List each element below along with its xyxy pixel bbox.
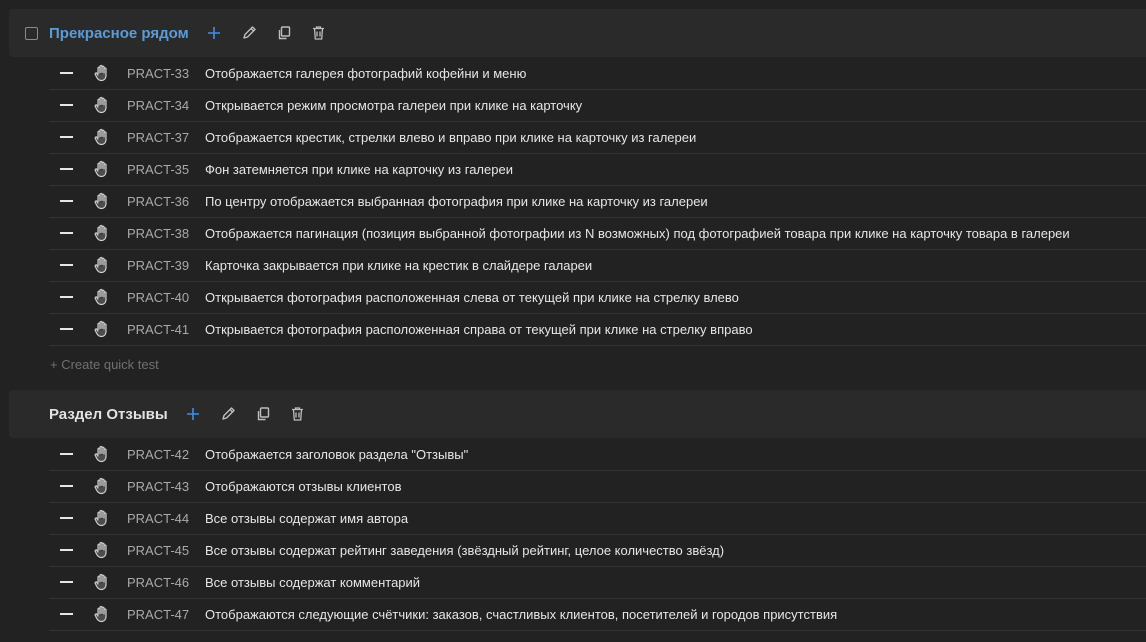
hand-icon[interactable]	[94, 64, 110, 87]
minus-icon[interactable]	[60, 549, 73, 551]
clone-suite-button[interactable]	[275, 24, 293, 42]
copy-icon	[278, 26, 290, 40]
case-title[interactable]: Открывается фотография расположенная спр…	[205, 322, 753, 337]
trash-icon	[313, 26, 325, 40]
case-id[interactable]: PRACT-39	[127, 258, 189, 273]
case-id[interactable]: PRACT-35	[127, 162, 189, 177]
case-title[interactable]: Отображается галерея фотографий кофейни …	[205, 66, 526, 81]
pencil-icon	[242, 26, 256, 39]
pencil-icon	[221, 407, 235, 420]
suite-header: Прекрасное рядом	[9, 9, 1146, 57]
case-id[interactable]: PRACT-33	[127, 66, 189, 81]
case-row[interactable]: PRACT-34 Открывается режим просмотра гал…	[49, 90, 1146, 122]
case-row[interactable]: PRACT-36 По центру отображается выбранна…	[49, 186, 1146, 218]
case-id[interactable]: PRACT-34	[127, 98, 189, 113]
hand-icon[interactable]	[94, 96, 110, 119]
suite-checkbox[interactable]	[25, 26, 38, 40]
minus-icon[interactable]	[60, 581, 73, 583]
hand-icon[interactable]	[94, 224, 110, 247]
case-list: PRACT-33 Отображается галерея фотографий…	[49, 58, 1146, 346]
minus-icon[interactable]	[60, 136, 73, 138]
case-title[interactable]: Открывается режим просмотра галереи при …	[205, 98, 582, 113]
hand-icon[interactable]	[94, 128, 110, 151]
case-id[interactable]: PRACT-40	[127, 290, 189, 305]
trash-icon	[292, 407, 304, 421]
case-row[interactable]: PRACT-47 Отображаются следующие счётчики…	[49, 599, 1146, 631]
case-title[interactable]: Все отзывы содержат имя автора	[205, 511, 408, 526]
minus-icon[interactable]	[60, 453, 73, 455]
case-title[interactable]: Отображаются отзывы клиентов	[205, 479, 402, 494]
case-id[interactable]: PRACT-44	[127, 511, 189, 526]
hand-icon[interactable]	[94, 605, 110, 628]
hand-icon[interactable]	[94, 320, 110, 343]
add-case-button[interactable]	[184, 405, 202, 423]
minus-icon[interactable]	[60, 168, 73, 170]
case-title[interactable]: Открывается фотография расположенная сле…	[205, 290, 739, 305]
case-row[interactable]: PRACT-46 Все отзывы содержат комментарий	[49, 567, 1146, 599]
case-id[interactable]: PRACT-42	[127, 447, 189, 462]
suite-title[interactable]: Прекрасное рядом	[49, 25, 189, 42]
case-title[interactable]: Отображается заголовок раздела "Отзывы"	[205, 447, 468, 462]
minus-icon[interactable]	[60, 296, 73, 298]
hand-icon[interactable]	[94, 160, 110, 183]
plus-icon	[207, 27, 220, 39]
case-title[interactable]: Отображается крестик, стрелки влево и вп…	[205, 130, 696, 145]
minus-icon[interactable]	[60, 485, 73, 487]
delete-suite-button[interactable]	[289, 405, 307, 423]
minus-icon[interactable]	[60, 232, 73, 234]
case-row[interactable]: PRACT-39 Карточка закрывается при клике …	[49, 250, 1146, 282]
case-id[interactable]: PRACT-36	[127, 194, 189, 209]
case-row[interactable]: PRACT-37 Отображается крестик, стрелки в…	[49, 122, 1146, 154]
minus-icon[interactable]	[60, 200, 73, 202]
minus-icon[interactable]	[60, 613, 73, 615]
case-title[interactable]: Все отзывы содержат комментарий	[205, 575, 420, 590]
suite-title[interactable]: Раздел Отзывы	[49, 406, 168, 423]
copy-icon	[257, 407, 269, 421]
case-title[interactable]: Отображается пагинация (позиция выбранно…	[205, 226, 1070, 241]
case-row[interactable]: PRACT-38 Отображается пагинация (позиция…	[49, 218, 1146, 250]
case-row[interactable]: PRACT-40 Открывается фотография располож…	[49, 282, 1146, 314]
case-id[interactable]: PRACT-47	[127, 607, 189, 622]
minus-icon[interactable]	[60, 72, 73, 74]
minus-icon[interactable]	[60, 104, 73, 106]
case-id[interactable]: PRACT-45	[127, 543, 189, 558]
case-list: PRACT-42 Отображается заголовок раздела …	[49, 439, 1146, 631]
case-row[interactable]: PRACT-35 Фон затемняется при клике на ка…	[49, 154, 1146, 186]
case-row[interactable]: PRACT-42 Отображается заголовок раздела …	[49, 439, 1146, 471]
hand-icon[interactable]	[94, 256, 110, 279]
add-case-button[interactable]	[205, 24, 223, 42]
hand-icon[interactable]	[94, 509, 110, 532]
suite-header: Раздел Отзывы	[9, 390, 1146, 438]
delete-suite-button[interactable]	[310, 24, 328, 42]
case-row[interactable]: PRACT-33 Отображается галерея фотографий…	[49, 58, 1146, 90]
case-title[interactable]: Фон затемняется при клике на карточку из…	[205, 162, 513, 177]
minus-icon[interactable]	[60, 328, 73, 330]
case-id[interactable]: PRACT-37	[127, 130, 189, 145]
hand-icon[interactable]	[94, 192, 110, 215]
minus-icon[interactable]	[60, 264, 73, 266]
edit-suite-button[interactable]	[240, 24, 258, 42]
case-row[interactable]: PRACT-43 Отображаются отзывы клиентов	[49, 471, 1146, 503]
case-title[interactable]: Карточка закрывается при клике на крести…	[205, 258, 592, 273]
case-row[interactable]: PRACT-45 Все отзывы содержат рейтинг зав…	[49, 535, 1146, 567]
clone-suite-button[interactable]	[254, 405, 272, 423]
case-title[interactable]: По центру отображается выбранная фотогра…	[205, 194, 708, 209]
case-id[interactable]: PRACT-46	[127, 575, 189, 590]
create-quick-test-link[interactable]: + Create quick test	[50, 357, 159, 372]
case-title[interactable]: Все отзывы содержат рейтинг заведения (з…	[205, 543, 724, 558]
hand-icon[interactable]	[94, 541, 110, 564]
plus-icon	[186, 408, 199, 420]
case-row[interactable]: PRACT-41 Открывается фотография располож…	[49, 314, 1146, 346]
hand-icon[interactable]	[94, 477, 110, 500]
case-id[interactable]: PRACT-43	[127, 479, 189, 494]
edit-suite-button[interactable]	[219, 405, 237, 423]
hand-icon[interactable]	[94, 445, 110, 468]
case-id[interactable]: PRACT-41	[127, 322, 189, 337]
case-title[interactable]: Отображаются следующие счётчики: заказов…	[205, 607, 837, 622]
hand-icon[interactable]	[94, 573, 110, 596]
case-row[interactable]: PRACT-44 Все отзывы содержат имя автора	[49, 503, 1146, 535]
case-id[interactable]: PRACT-38	[127, 226, 189, 241]
hand-icon[interactable]	[94, 288, 110, 311]
minus-icon[interactable]	[60, 517, 73, 519]
